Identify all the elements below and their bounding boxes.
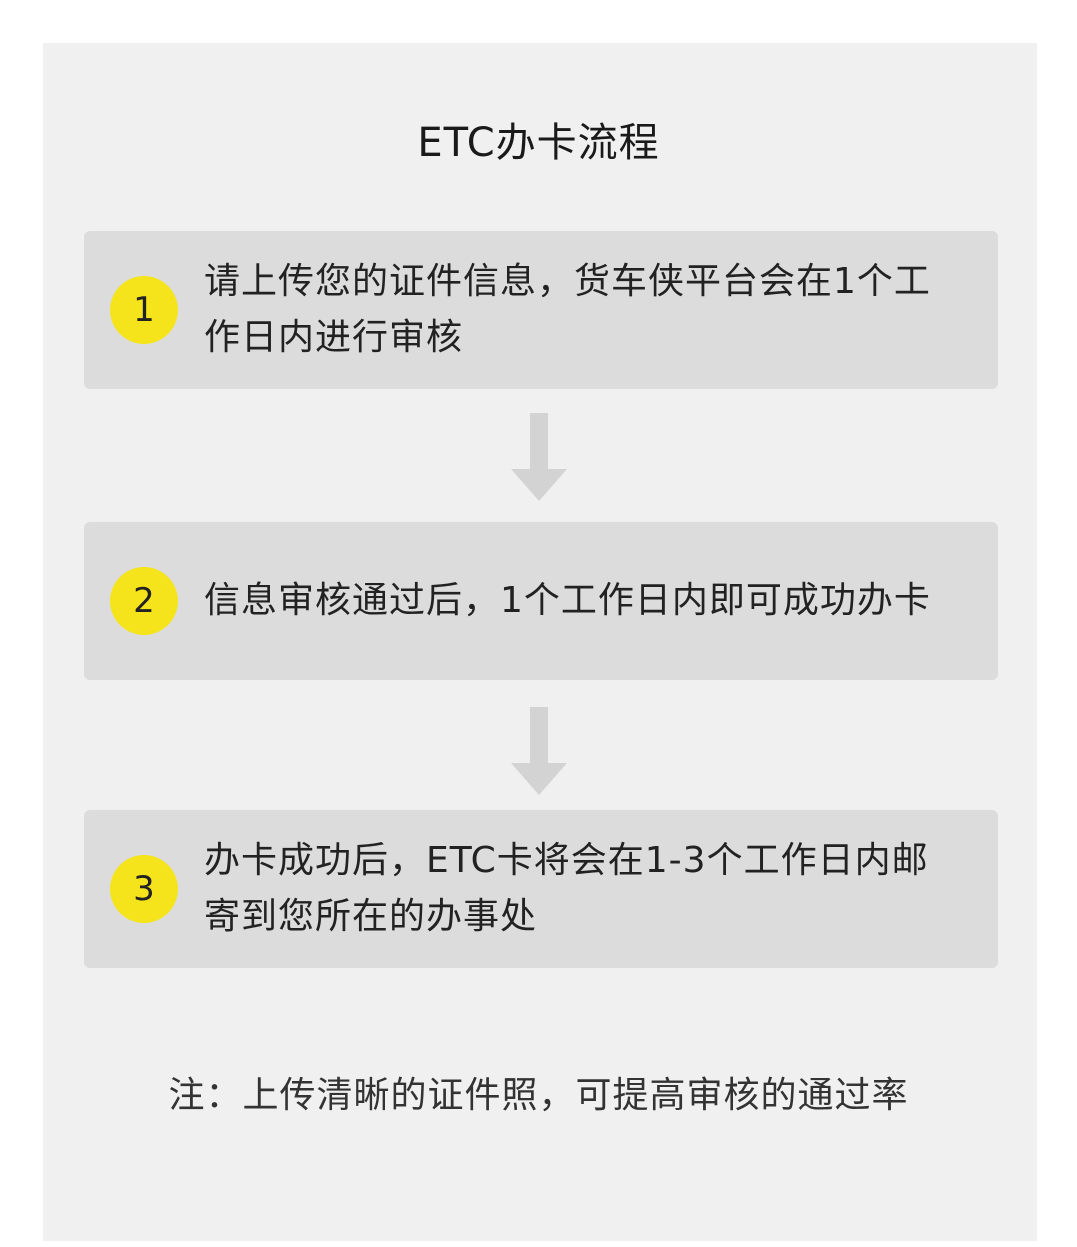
step-1-text: 请上传您的证件信息，货车侠平台会在1个工作日内进行审核 bbox=[204, 261, 931, 358]
page-title: ETC办卡流程 bbox=[417, 120, 660, 166]
step-1-number-badge: 1 bbox=[110, 276, 178, 344]
down-arrow-icon bbox=[511, 413, 567, 501]
step-3-number-badge: 3 bbox=[110, 855, 178, 923]
step-1-box: 1 请上传您的证件信息，货车侠平台会在1个工作日内进行审核 bbox=[84, 231, 998, 389]
footnote: 注：上传清晰的证件照，可提高审核的通过率 bbox=[168, 1075, 909, 1116]
step-2-box: 2 信息审核通过后，1个工作日内即可成功办卡 bbox=[84, 522, 998, 680]
step-3-text: 办卡成功后，ETC卡将会在1-3个工作日内邮寄到您所在的办事处 bbox=[204, 840, 929, 937]
step-3-box: 3 办卡成功后，ETC卡将会在1-3个工作日内邮寄到您所在的办事处 bbox=[84, 810, 998, 968]
step-2-text: 信息审核通过后，1个工作日内即可成功办卡 bbox=[204, 580, 931, 621]
down-arrow-icon bbox=[511, 707, 567, 795]
step-2-number-badge: 2 bbox=[110, 567, 178, 635]
